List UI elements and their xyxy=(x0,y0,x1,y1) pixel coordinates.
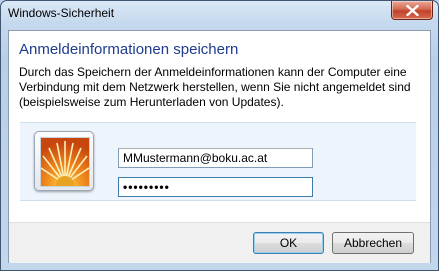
dialog-body: Anmeldeinformationen speichern Durch das… xyxy=(8,30,431,263)
description-line: (beispielsweise zum Herunterladen von Up… xyxy=(19,95,284,109)
dialog-description: Durch das Speichern der Anmeldeinformati… xyxy=(19,65,429,110)
window-title: Windows-Sicherheit xyxy=(8,6,115,20)
description-line: Verbindung mit dem Netzwerk herstellen, … xyxy=(19,80,411,94)
close-icon xyxy=(406,5,419,16)
ok-button[interactable]: OK xyxy=(253,232,324,254)
close-button[interactable] xyxy=(391,1,433,20)
credential-dialog-window: Windows-Sicherheit Anmeldeinformationen … xyxy=(0,0,439,271)
dialog-footer: OK Abbrechen xyxy=(9,222,430,263)
credential-tile-panel xyxy=(20,122,416,201)
dialog-heading: Anmeldeinformationen speichern xyxy=(19,41,239,58)
password-field[interactable] xyxy=(118,177,313,197)
user-tile-flower-icon xyxy=(40,137,90,187)
user-tile xyxy=(34,131,94,191)
username-field[interactable] xyxy=(118,148,313,168)
cancel-button[interactable]: Abbrechen xyxy=(332,232,414,254)
description-line: Durch das Speichern der Anmeldeinformati… xyxy=(19,65,407,79)
